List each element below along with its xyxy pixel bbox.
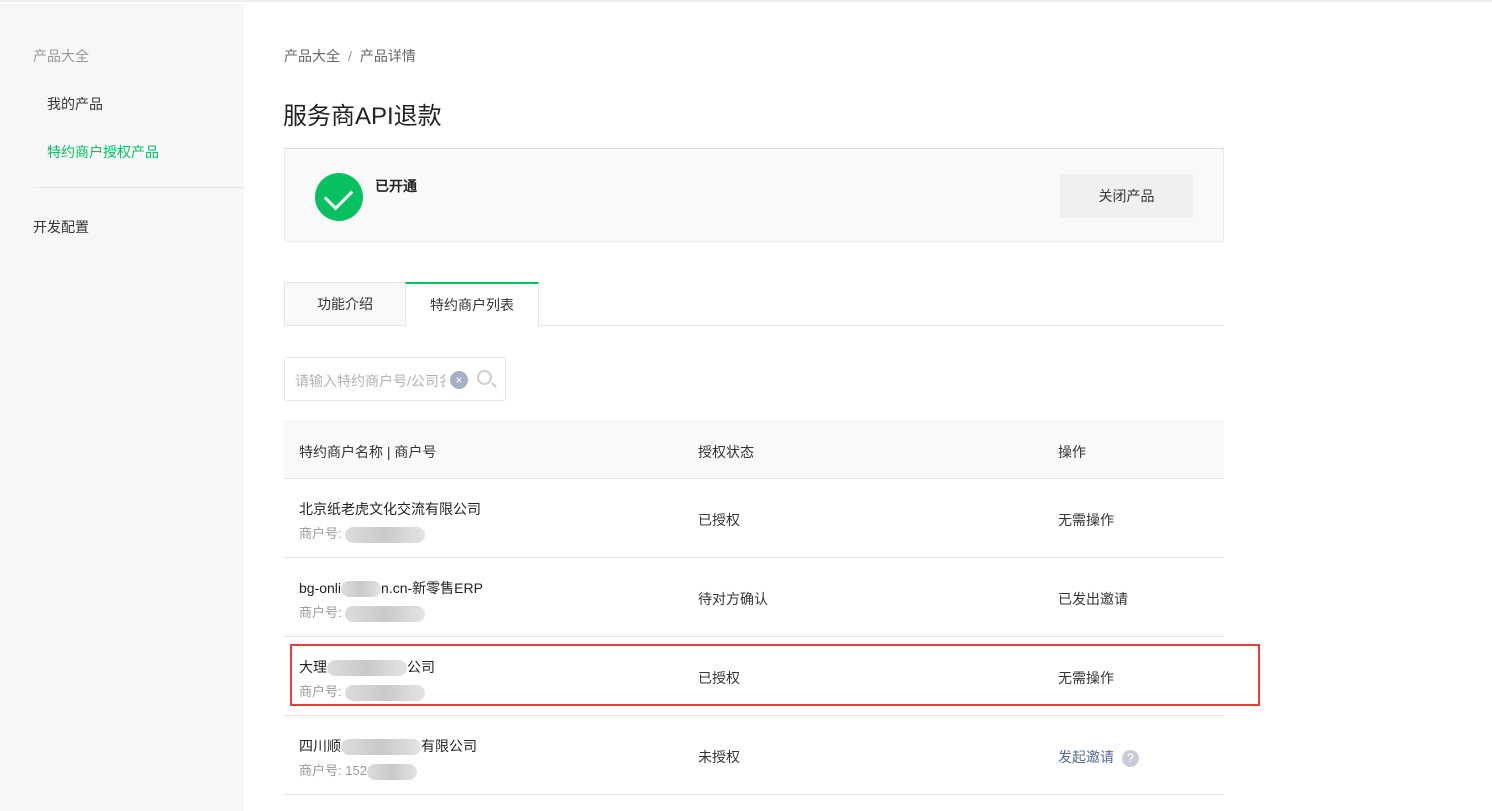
merchant-id: 商户号: 152 — [299, 760, 417, 780]
page-title: 服务商API退款 — [283, 103, 442, 130]
header-merchant: 特约商户名称 | 商户号 — [299, 444, 437, 460]
table-row: 四川顺 有限公司 商户号: 152 未授权 发起邀请? — [284, 716, 1224, 795]
auth-status: 未授权 — [698, 749, 740, 765]
search-input[interactable]: 请输入特约商户号/公司名称 × — [284, 357, 506, 401]
name-text-tail: n.cn-新零售ERP — [381, 580, 483, 596]
name-text: 北京纸老虎文化交流有限公司 — [299, 501, 481, 517]
sidebar-divider — [33, 187, 244, 188]
clear-icon[interactable]: × — [450, 371, 468, 389]
action-text: 无需操作 — [1058, 512, 1114, 528]
breadcrumb: 产品大全 / 产品详情 — [284, 46, 416, 66]
header-action: 操作 — [1058, 444, 1086, 460]
merchant-name: 北京纸老虎文化交流有限公司 — [299, 499, 481, 519]
merchant-id: 商户号: — [299, 602, 426, 622]
status-text: 已开通 — [375, 178, 417, 194]
status-panel: 已开通 关闭产品 — [284, 148, 1224, 242]
merchant-name: bg-onli n.cn-新零售ERP — [299, 578, 483, 598]
highlight-box — [290, 644, 1260, 706]
name-text: 四川顺 — [299, 738, 341, 754]
close-product-button[interactable]: 关闭产品 — [1060, 174, 1193, 218]
name-text-tail: 有限公司 — [421, 738, 477, 754]
table-row: 北京纸老虎文化交流有限公司 商户号: 已授权 无需操作 — [284, 479, 1224, 558]
search-icon[interactable] — [477, 370, 492, 385]
sidebar: 产品大全 我的产品 特约商户授权产品 开发配置 — [0, 4, 244, 811]
send-invite-link[interactable]: 发起邀请 — [1058, 749, 1114, 765]
redacted-block — [345, 605, 426, 622]
action-text: 已发出邀请 — [1058, 591, 1128, 607]
merchant-name: 四川顺 有限公司 — [299, 736, 477, 756]
sidebar-item-dev-config[interactable]: 开发配置 — [33, 217, 89, 237]
check-circle-icon — [315, 173, 363, 221]
table-row: bg-onli n.cn-新零售ERP 商户号: 待对方确认 已发出邀请 — [284, 558, 1224, 637]
merchant-table: 特约商户名称 | 商户号 授权状态 操作 北京纸老虎文化交流有限公司 商户号: … — [284, 421, 1224, 795]
redacted-block — [341, 581, 382, 598]
mid-label: 商户号: — [299, 605, 342, 620]
merchant-id: 商户号: — [299, 523, 426, 543]
search-placeholder: 请输入特约商户号/公司名称 — [295, 373, 445, 389]
sidebar-item-my-products[interactable]: 我的产品 — [47, 94, 103, 114]
mid-label: 商户号: — [299, 526, 342, 541]
auth-status: 待对方确认 — [698, 591, 768, 607]
tab-feature-intro[interactable]: 功能介绍 — [284, 282, 406, 326]
redacted-block — [345, 526, 426, 543]
breadcrumb-separator: / — [348, 48, 352, 64]
header-status: 授权状态 — [698, 444, 754, 460]
breadcrumb-detail: 产品详情 — [359, 48, 416, 64]
sidebar-group-products: 产品大全 — [33, 48, 89, 64]
redacted-block — [341, 739, 421, 756]
name-text: bg-onli — [299, 580, 342, 596]
help-icon[interactable]: ? — [1122, 750, 1139, 767]
tabs: 功能介绍 特约商户列表 — [284, 282, 1224, 327]
auth-status: 已授权 — [698, 512, 740, 528]
mid-value: 152 — [345, 763, 367, 778]
redacted-block — [366, 763, 417, 780]
mid-label: 商户号: — [299, 763, 342, 778]
action-cell: 发起邀请? — [1058, 747, 1139, 767]
table-header: 特约商户名称 | 商户号 授权状态 操作 — [284, 421, 1224, 479]
tab-merchant-list[interactable]: 特约商户列表 — [405, 282, 539, 327]
sidebar-item-merchant-auth-products[interactable]: 特约商户授权产品 — [47, 142, 159, 162]
breadcrumb-products[interactable]: 产品大全 — [284, 48, 340, 64]
